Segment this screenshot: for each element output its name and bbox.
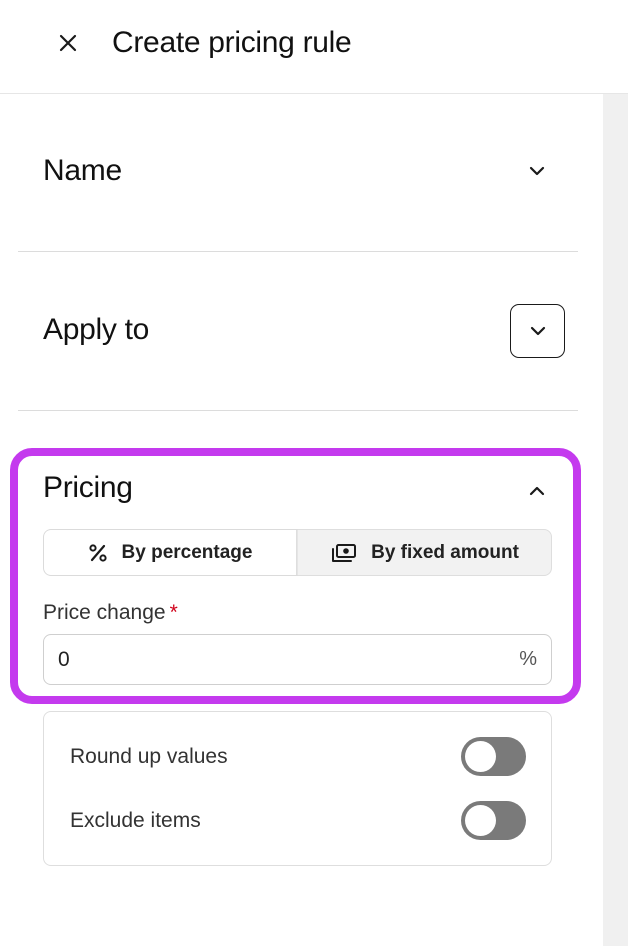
exclude-items-label: Exclude items: [70, 809, 201, 832]
pricing-collapse-button[interactable]: [522, 476, 552, 506]
scroll-gutter: [603, 94, 628, 946]
exclude-items-toggle[interactable]: [461, 801, 526, 840]
close-button[interactable]: [50, 25, 86, 61]
price-change-label: Price change *: [43, 601, 178, 625]
chevron-up-icon: [529, 486, 545, 496]
pricing-mode-toggle: By percentage By fixed amount: [43, 529, 552, 576]
price-change-field: %: [43, 634, 552, 685]
create-pricing-rule-panel: Create pricing rule Name Apply to Pricin…: [0, 0, 628, 946]
divider: [18, 251, 578, 252]
section-title-apply-to: Apply to: [43, 313, 149, 346]
by-percentage-tab[interactable]: By percentage: [44, 530, 297, 575]
chevron-down-icon: [529, 166, 545, 176]
page-title: Create pricing rule: [112, 26, 352, 59]
by-fixed-amount-tab[interactable]: By fixed amount: [298, 530, 552, 575]
percent-icon: [88, 543, 107, 562]
cash-icon: [332, 543, 357, 562]
chevron-down-icon: [530, 326, 545, 336]
price-change-input[interactable]: [58, 635, 498, 684]
toggle-knob: [465, 805, 496, 836]
section-title-name: Name: [43, 154, 122, 187]
panel-header: Create pricing rule: [0, 0, 628, 94]
percent-suffix: %: [519, 648, 537, 670]
toggle-knob: [465, 741, 496, 772]
section-title-pricing: Pricing: [43, 471, 133, 504]
close-icon: [59, 34, 77, 52]
by-percentage-label: By percentage: [121, 541, 253, 563]
pricing-options-card: Round up values Exclude items: [43, 711, 552, 866]
divider: [18, 410, 578, 411]
round-up-values-toggle[interactable]: [461, 737, 526, 776]
required-asterisk: *: [169, 601, 178, 624]
name-expand-button[interactable]: [522, 156, 552, 186]
round-up-values-label: Round up values: [70, 745, 228, 768]
price-change-label-text: Price change: [43, 601, 166, 624]
apply-to-expand-button[interactable]: [510, 304, 565, 358]
by-fixed-amount-label: By fixed amount: [371, 541, 519, 563]
